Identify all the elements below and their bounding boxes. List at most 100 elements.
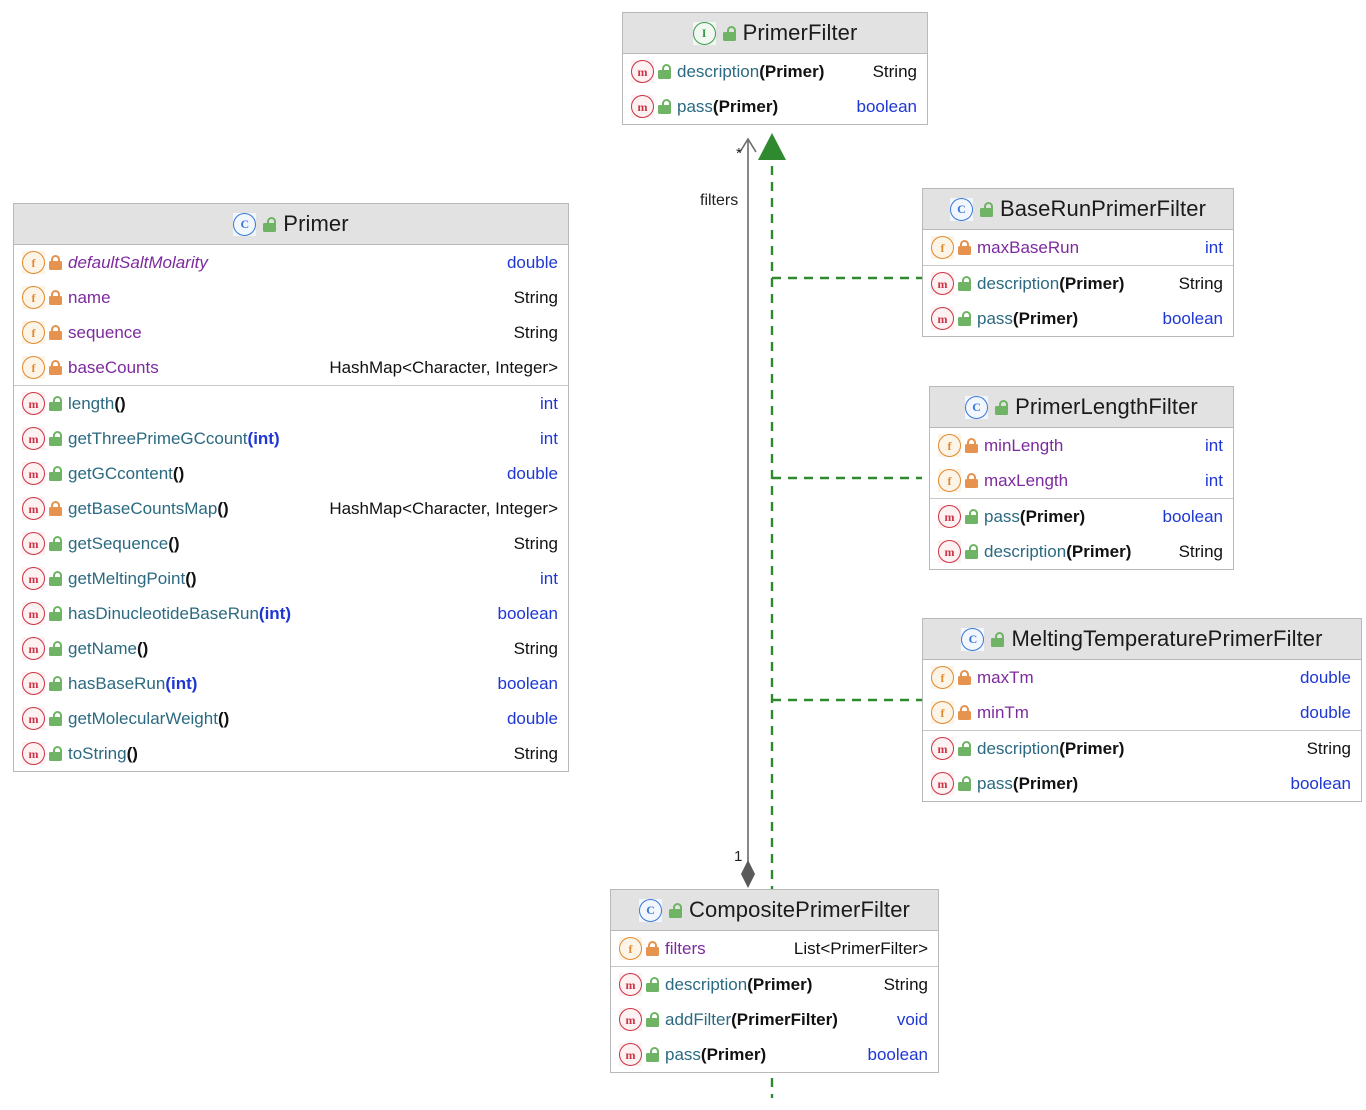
- method-name: description: [984, 541, 1067, 561]
- class-box-composite-primer-filter[interactable]: C CompositePrimerFilter f filters List<P…: [610, 889, 939, 1073]
- field-type: String: [513, 287, 558, 307]
- public-lock-icon: [965, 509, 978, 524]
- field-name: sequence: [68, 322, 142, 342]
- class-box-primer-length-filter[interactable]: C PrimerLengthFilter f minLength int f m…: [929, 386, 1234, 570]
- method-icon: m: [931, 307, 954, 330]
- method-name: getMolecularWeight: [68, 708, 218, 728]
- method-params: (Primer): [1012, 773, 1079, 793]
- method-row[interactable]: m hasBaseRun(int) boolean: [14, 666, 568, 701]
- field-row[interactable]: f minLength int: [930, 428, 1233, 463]
- method-row[interactable]: m description(Primer) String: [623, 54, 927, 89]
- method-params: (Primer): [747, 974, 813, 994]
- public-lock-icon: [958, 776, 971, 791]
- private-lock-icon: [49, 501, 62, 516]
- method-return-type: boolean: [497, 603, 558, 623]
- method-row[interactable]: m getBaseCountsMap() HashMap<Character, …: [14, 491, 568, 526]
- method-row[interactable]: m pass(Primer) boolean: [611, 1037, 938, 1072]
- method-row[interactable]: m description(Primer) String: [923, 266, 1233, 301]
- private-lock-icon: [958, 705, 971, 720]
- class-header: I PrimerFilter: [623, 13, 927, 54]
- association-label: filters: [700, 192, 739, 209]
- field-row[interactable]: f maxTm double: [923, 660, 1361, 695]
- method-return-type: String: [883, 974, 928, 994]
- method-row[interactable]: m toString() String: [14, 736, 568, 771]
- private-lock-icon: [49, 360, 62, 375]
- method-row[interactable]: m description(Primer) String: [611, 967, 938, 1002]
- method-name: description: [677, 61, 760, 81]
- field-type: double: [1299, 702, 1351, 722]
- method-return-type: boolean: [1290, 773, 1351, 793]
- class-header: C Primer: [14, 204, 568, 245]
- class-icon: C: [961, 627, 985, 651]
- method-row[interactable]: m getSequence() String: [14, 526, 568, 561]
- method-name: hasDinucleotideBaseRun: [68, 603, 259, 623]
- method-row[interactable]: m getThreePrimeGCcount(int) int: [14, 421, 568, 456]
- class-box-base-run-primer-filter[interactable]: C BaseRunPrimerFilter f maxBaseRun int m…: [922, 188, 1234, 337]
- method-row[interactable]: m pass(Primer) boolean: [930, 499, 1233, 534]
- field-type: HashMap<Character, Integer>: [329, 357, 558, 377]
- class-title: Primer: [283, 211, 349, 236]
- method-params: (): [114, 393, 126, 413]
- class-title: PrimerLengthFilter: [1015, 394, 1198, 419]
- method-row[interactable]: m pass(Primer) boolean: [923, 301, 1233, 336]
- field-icon: f: [931, 236, 954, 259]
- class-title: PrimerFilter: [742, 20, 858, 45]
- method-params: (): [217, 498, 229, 518]
- method-name: description: [665, 974, 748, 994]
- method-return-type: String: [872, 61, 917, 81]
- class-title: MeltingTemperaturePrimerFilter: [1011, 626, 1323, 651]
- field-row[interactable]: f maxBaseRun int: [923, 230, 1233, 265]
- method-name: description: [977, 273, 1060, 293]
- class-box-melting-temperature-primer-filter[interactable]: C MeltingTemperaturePrimerFilter f maxTm…: [922, 618, 1362, 802]
- public-lock-icon: [646, 1012, 659, 1027]
- field-row[interactable]: f filters List<PrimerFilter>: [611, 931, 938, 966]
- method-return-type: int: [540, 568, 558, 588]
- method-row[interactable]: m getName() String: [14, 631, 568, 666]
- method-name: pass: [665, 1044, 701, 1064]
- method-icon: m: [22, 462, 45, 485]
- method-name: pass: [677, 96, 713, 116]
- public-lock-icon: [979, 201, 993, 217]
- method-return-type: boolean: [1162, 308, 1223, 328]
- method-row[interactable]: m pass(Primer) boolean: [923, 766, 1361, 801]
- field-row[interactable]: f baseCounts HashMap<Character, Integer>: [14, 350, 568, 385]
- method-row[interactable]: m getMolecularWeight() double: [14, 701, 568, 736]
- field-row[interactable]: f sequence String: [14, 315, 568, 350]
- method-row[interactable]: m getGCcontent() double: [14, 456, 568, 491]
- method-icon: m: [22, 637, 45, 660]
- methods-section: m description(Primer) String m addFilter…: [611, 966, 938, 1072]
- method-return-type: String: [1178, 273, 1223, 293]
- field-row[interactable]: f maxLength int: [930, 463, 1233, 498]
- method-params: (): [168, 533, 180, 553]
- association-edge: [739, 137, 757, 888]
- field-row[interactable]: f name String: [14, 280, 568, 315]
- method-icon: m: [619, 1008, 642, 1031]
- field-row[interactable]: f defaultSaltMolarity double: [14, 245, 568, 280]
- method-return-type: double: [506, 463, 558, 483]
- private-lock-icon: [646, 941, 659, 956]
- method-params: (Primer): [1066, 541, 1132, 561]
- private-lock-icon: [49, 290, 62, 305]
- method-row[interactable]: m addFilter(PrimerFilter) void: [611, 1002, 938, 1037]
- public-lock-icon: [958, 311, 971, 326]
- method-row[interactable]: m pass(Primer) boolean: [623, 89, 927, 124]
- method-name: getMeltingPoint: [68, 568, 186, 588]
- method-row[interactable]: m description(Primer) String: [923, 731, 1361, 766]
- field-type: double: [506, 252, 558, 272]
- fields-section: f maxTm double f minTm double: [923, 660, 1361, 730]
- class-box-primer[interactable]: C Primer f defaultSaltMolarity double f …: [13, 203, 569, 772]
- method-return-type: int: [540, 393, 558, 413]
- method-row[interactable]: m length() int: [14, 386, 568, 421]
- method-name: getThreePrimeGCcount: [68, 428, 248, 448]
- method-icon: m: [22, 567, 45, 590]
- field-row[interactable]: f minTm double: [923, 695, 1361, 730]
- method-row[interactable]: m hasDinucleotideBaseRun(int) boolean: [14, 596, 568, 631]
- method-return-type: boolean: [1162, 506, 1223, 526]
- method-params: (): [217, 708, 230, 728]
- class-box-primer-filter[interactable]: I PrimerFilter m description(Primer) Str…: [622, 12, 928, 125]
- method-name: length: [68, 393, 115, 413]
- method-row[interactable]: m getMeltingPoint() int: [14, 561, 568, 596]
- method-icon: m: [938, 540, 961, 563]
- method-row[interactable]: m description(Primer) String: [930, 534, 1233, 569]
- public-lock-icon: [49, 431, 62, 446]
